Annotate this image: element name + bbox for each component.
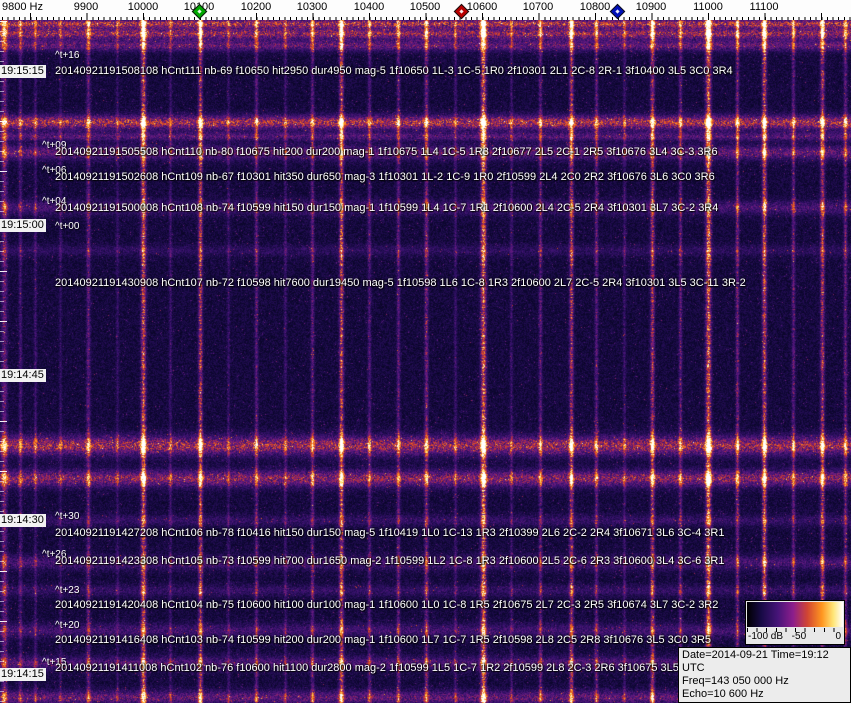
db-scale-labels: -100 dB -50 0 [746,631,844,644]
time-tick-label: 19:14:45 [0,369,46,382]
detection-log-line: 20140921191416408 hCnt103 nb-74 f10599 h… [55,634,712,646]
status-info-box: Date=2014-09-21 Time=19:12 UTC Freq=143 … [678,647,851,703]
frequency-tick-label: 10800 [579,1,611,13]
frequency-axis: 9800 Hz990010000101001020010300104001050… [0,0,851,20]
diamond-center-dot [459,9,464,14]
time-tick-label: 19:14:15 [0,668,46,681]
db-max-label: 0 [835,631,841,642]
db-min-label: -100 dB [748,631,784,642]
diamond-center-dot [197,9,202,14]
detection-log-line: 20140921191430908 hCnt107 nb-72 f10598 h… [55,277,746,289]
time-tick-label: 19:15:00 [0,219,46,232]
detection-log-line: 20140921191411008 hCnt102 nb-76 f10600 h… [55,662,689,674]
db-mid-label: -50 [791,631,807,642]
spectrogram-display: 9800 Hz990010000101001020010300104001050… [0,0,851,703]
spectrogram-waterfall [0,0,851,703]
frequency-tick-label: 9800 Hz [2,1,43,13]
time-offset-marker: ^t+00 [55,221,80,232]
frequency-tick-label: 10200 [240,1,272,13]
db-colormap-gradient [747,602,843,627]
detection-log-line: 20140921191500008 hCnt108 nb-74 f10599 h… [55,202,719,214]
detection-log-line: 20140921191502608 hCnt109 nb-67 f10301 h… [55,171,715,183]
time-offset-marker: ^t+30 [55,511,80,522]
blue-diamond-marker [609,3,626,20]
frequency-tick-label: 11000 [693,1,723,13]
time-offset-marker: ^t+16 [55,50,80,61]
frequency-tick-label: 9900 [73,1,99,13]
detection-log-line: 20140921191505508 hCnt110 nb-80 f10675 h… [55,146,718,158]
frequency-tick-label: 10500 [409,1,441,13]
time-offset-marker: ^t+23 [55,585,80,596]
frequency-tick-label: 10300 [296,1,328,13]
date-time-text: Date=2014-09-21 Time=19:12 UTC [682,649,829,674]
time-offset-marker: ^t+20 [55,620,80,631]
time-axis-ticks [0,20,8,703]
frequency-text: Freq=143 050 000 Hz [682,675,789,687]
frequency-tick-label: 10400 [353,1,385,13]
frequency-tick-label: 10900 [635,1,667,13]
detection-log-line: 20140921191420408 hCnt104 nb-75 f10600 h… [55,599,719,611]
detection-log-line: 20140921191508108 hCnt111 nb-69 f10650 h… [55,65,733,77]
time-tick-label: 19:15:15 [0,65,46,78]
frequency-tick-label: 11100 [749,1,779,13]
time-tick-label: 19:14:30 [0,514,46,527]
db-scale-legend: -100 dB -50 0 [745,600,845,645]
frequency-tick-label: 10700 [522,1,554,13]
detection-log-line: 20140921191423308 hCnt105 nb-73 f10599 h… [55,555,725,567]
diamond-center-dot [615,9,620,14]
detection-log-line: 20140921191427208 hCnt106 nb-78 f10416 h… [55,527,725,539]
echo-frequency-text: Echo=10 600 Hz [682,688,764,700]
frequency-tick-label: 10000 [127,1,159,13]
frequency-tick-label: 10600 [466,1,498,13]
